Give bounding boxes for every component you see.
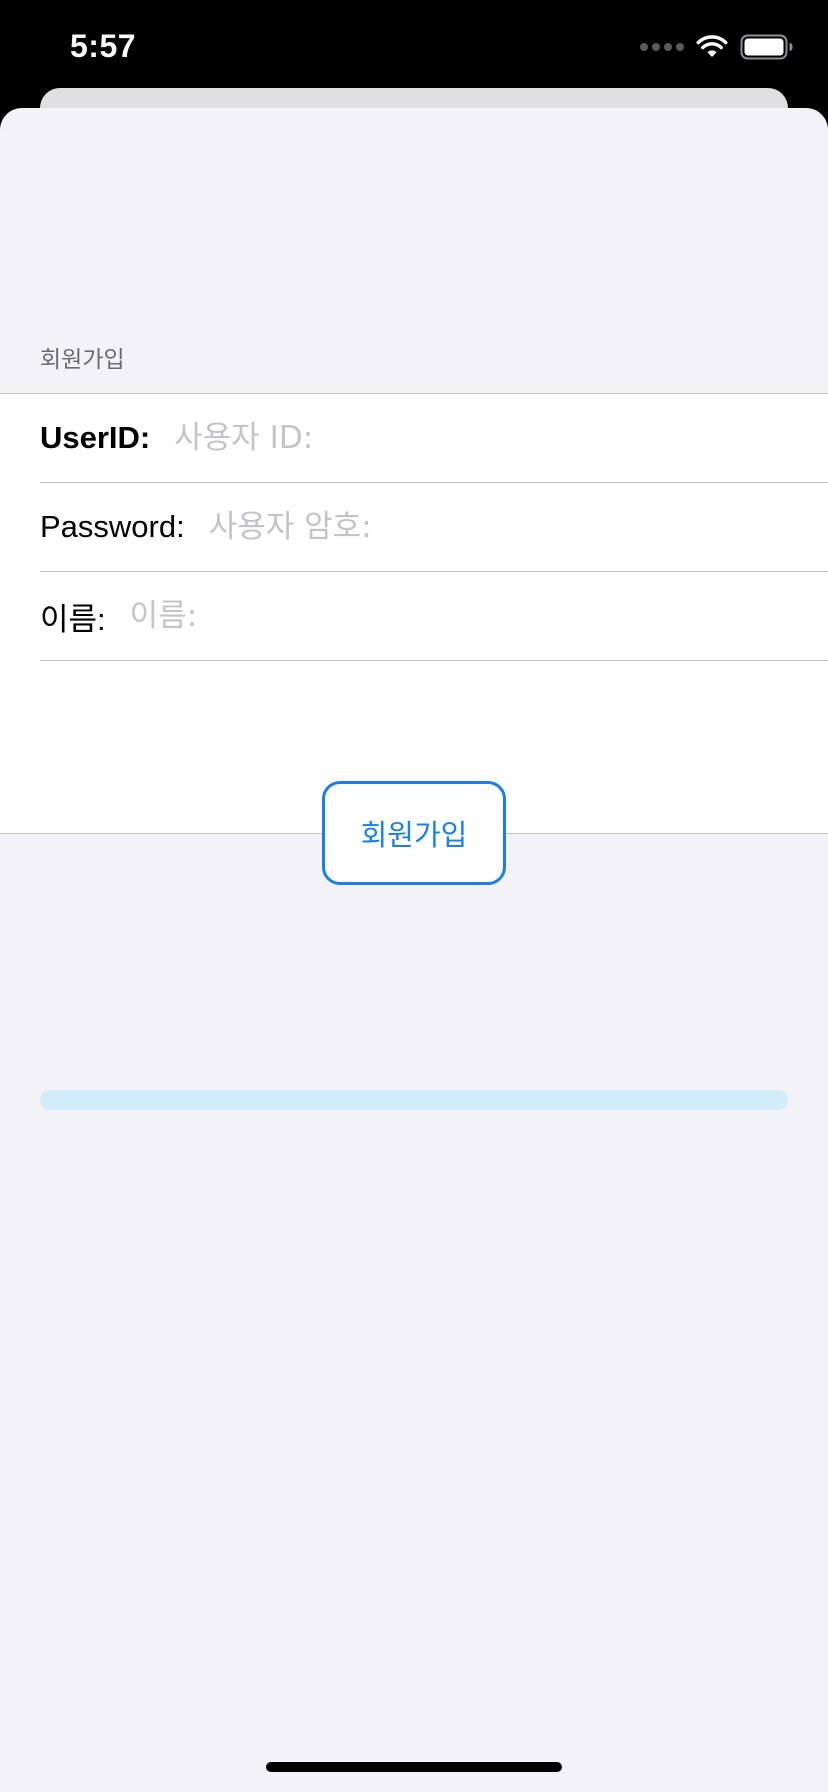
name-row: 이름:: [40, 572, 828, 661]
signup-form: UserID: Password: 이름: 회원가입: [0, 393, 828, 1110]
signup-button[interactable]: 회원가입: [322, 781, 506, 885]
password-label: Password:: [40, 509, 185, 544]
userid-row: UserID:: [40, 394, 828, 483]
password-row: Password:: [40, 483, 828, 572]
status-icons: [640, 34, 794, 60]
userid-input[interactable]: [174, 420, 828, 456]
cellular-signal-icon: [640, 43, 684, 51]
battery-icon: [740, 34, 793, 60]
home-indicator: [266, 1762, 562, 1772]
name-label: 이름:: [40, 601, 106, 637]
password-input[interactable]: [208, 509, 828, 545]
status-time: 5:57: [70, 28, 137, 64]
status-bar: 5:57: [0, 0, 828, 100]
modal-sheet: 회원가입 UserID: Password: 이름: 회원가입: [0, 108, 828, 1792]
userid-label: UserID:: [40, 420, 151, 455]
wifi-icon: [696, 35, 728, 57]
section-header: 회원가입: [40, 347, 125, 373]
name-input[interactable]: [129, 598, 828, 634]
progress-bar: [40, 1090, 788, 1110]
